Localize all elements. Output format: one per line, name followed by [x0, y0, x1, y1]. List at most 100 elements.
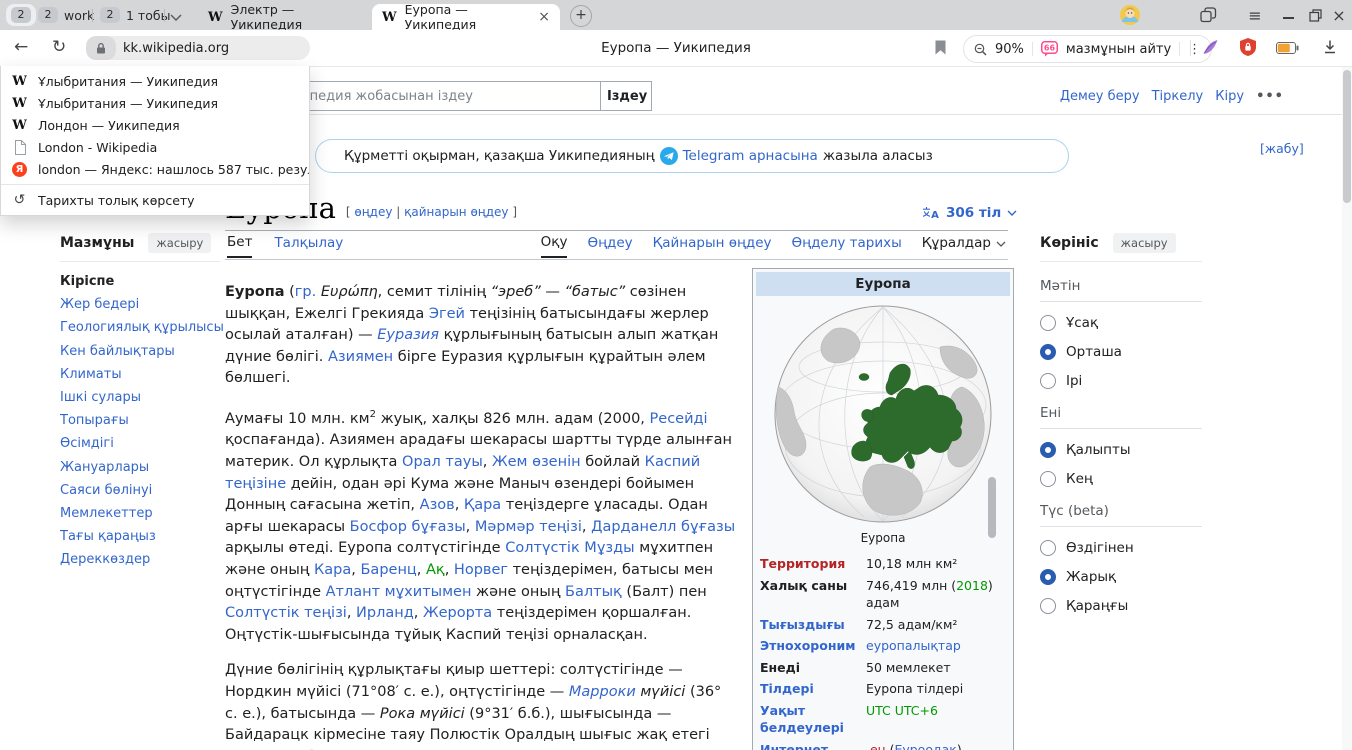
login-link[interactable]: Кіру	[1215, 89, 1244, 104]
suggestion-item[interactable]: London - Wikipedia	[1, 136, 309, 158]
link[interactable]: Жерорта	[423, 605, 492, 621]
link[interactable]: Дарданелл бұғазы	[591, 519, 735, 535]
toc-item[interactable]: Тағы қараңыз	[60, 525, 220, 548]
radio-option[interactable]: Орташа	[1040, 344, 1202, 360]
link[interactable]: Ақ	[426, 562, 445, 578]
link[interactable]: Интернет үйшігі	[760, 742, 828, 750]
suggestion-item[interactable]: WҰлыбритания — Уикипедия	[1, 70, 309, 92]
link[interactable]: Баренц	[360, 562, 416, 578]
radio-option[interactable]: Ұсақ	[1040, 315, 1202, 331]
side-panels-icon[interactable]	[1196, 0, 1220, 30]
link[interactable]: Атлант мұхитымен	[326, 584, 472, 600]
link[interactable]: өңдеу	[354, 205, 392, 219]
link[interactable]: 2018	[956, 578, 988, 593]
toc-item[interactable]: Саяси бөлінуі	[60, 479, 220, 502]
bookmark-icon[interactable]	[935, 40, 946, 59]
toc-item[interactable]: Климаты	[60, 363, 220, 386]
link[interactable]: Балтық	[565, 584, 622, 600]
reload-icon[interactable]: ↻	[52, 37, 66, 57]
page-tab[interactable]: Бет	[227, 234, 252, 258]
link[interactable]: Орал тауы	[402, 454, 483, 470]
chevron-down-icon[interactable]	[170, 10, 182, 25]
menu-icon[interactable]: ≡	[1244, 0, 1266, 30]
link[interactable]: Солтүстік теңізі	[225, 605, 347, 621]
link[interactable]: Тығыздығы	[760, 617, 845, 632]
toc-item[interactable]: Кіріспе	[60, 270, 220, 293]
suggestion-item[interactable]: WЛондон — Уикипедия	[1, 114, 309, 136]
page-tab[interactable]: Қайнарын өңдеу	[653, 234, 772, 258]
tab-electr-wikipedia[interactable]: W Электр — Уикипедия	[198, 4, 368, 30]
toc-item[interactable]: Геологиялық құрылысы	[60, 316, 220, 339]
link[interactable]: Мәрмәр теңізі	[475, 519, 582, 535]
battery-icon[interactable]	[1276, 42, 1299, 58]
link[interactable]: Босфор бұғазы	[350, 519, 466, 535]
link[interactable]: Этнохороним	[760, 638, 855, 653]
tab-group-1-toby[interactable]: 2 1 тобы	[100, 7, 170, 23]
toc-item[interactable]: Ішкі сулары	[60, 386, 220, 409]
wiki-search-input[interactable]	[268, 81, 601, 111]
toc-item[interactable]: Топырағы	[60, 409, 220, 432]
link[interactable]: Норвег	[454, 562, 508, 578]
page-tab[interactable]: Өңделу тарихы	[792, 234, 902, 258]
link[interactable]: еуропалықтар	[866, 638, 961, 653]
radio-option[interactable]: Өздігінен	[1040, 540, 1202, 556]
zoom-out-icon[interactable]	[974, 43, 987, 56]
address-bar[interactable]: kk.wikipedia.org	[86, 36, 310, 60]
appearance-hide-button[interactable]: жасыру	[1113, 233, 1176, 253]
language-selector[interactable]: A 306 тіл	[922, 205, 1017, 221]
toc-hide-button[interactable]: жасыру	[148, 233, 211, 253]
read-aloud-button[interactable]: мазмұнын айту	[1066, 42, 1171, 57]
link[interactable]: гр.	[295, 284, 316, 300]
link[interactable]: Жем өзенін	[492, 454, 581, 470]
link[interactable]: Эгей	[429, 306, 465, 322]
close-window-button[interactable]: ×	[1328, 0, 1350, 30]
page-tab[interactable]: Талқылау	[274, 234, 343, 258]
radio-option[interactable]: Жарық	[1040, 569, 1202, 585]
toc-item[interactable]: Мемлекеттер	[60, 502, 220, 525]
telegram-link[interactable]: Telegram арнасына	[683, 148, 818, 164]
back-icon[interactable]: ←	[14, 37, 28, 57]
toc-item[interactable]: Өсімдігі	[60, 432, 220, 455]
link[interactable]: Азиямен	[328, 349, 393, 365]
link[interactable]: Қара	[464, 497, 501, 513]
title-edit-links[interactable]: [ өңдеу | қайнарын өңдеу ]	[346, 205, 517, 224]
tab-group-work[interactable]: 2 work	[38, 7, 94, 23]
link[interactable]: Тілдері	[760, 681, 814, 696]
toc-item[interactable]: Кен байлықтары	[60, 340, 220, 363]
adblock-shield-icon[interactable]	[1240, 38, 1256, 60]
link[interactable]: Еуроодақ	[894, 742, 956, 750]
link[interactable]: Марроки	[569, 684, 636, 700]
suggestion-item[interactable]: Яlondon — Яндекс: нашлось 587 тыс. резул…	[1, 158, 309, 180]
tab-group-collapsed[interactable]: 2	[6, 4, 36, 26]
zoom-level[interactable]: 90%	[995, 42, 1024, 57]
link[interactable]: UTC UTC+6	[866, 703, 938, 718]
link[interactable]: .eu	[866, 742, 886, 750]
maximize-button[interactable]	[1304, 0, 1326, 30]
pen-extension-icon[interactable]	[1202, 39, 1219, 59]
link[interactable]: Ирланд	[356, 605, 414, 621]
download-icon[interactable]	[1322, 39, 1338, 59]
close-icon[interactable]: ×	[538, 9, 550, 25]
toc-item[interactable]: Дереккөздер	[60, 548, 220, 571]
show-full-history-item[interactable]: ↺ Тарихты толық көрсету	[1, 184, 309, 211]
radio-option[interactable]: Кең	[1040, 471, 1202, 487]
link[interactable]: Еуразия	[377, 327, 439, 343]
page-scrollbar-thumb[interactable]	[1343, 70, 1351, 203]
banner-close-link[interactable]: [жабу]	[1260, 141, 1304, 156]
avatar[interactable]	[1118, 0, 1142, 30]
link[interactable]: Солтүстік Мұзды	[505, 540, 634, 556]
content-scrollbar-thumb[interactable]	[988, 477, 996, 538]
lock-icon[interactable]	[86, 36, 116, 60]
tab-europa-wikipedia[interactable]: W Еуропа — Уикипедия ×	[372, 4, 560, 30]
infobox-map[interactable]	[756, 296, 1010, 529]
link[interactable]: Уақыт белдеулері	[760, 703, 844, 736]
donate-link[interactable]: Демеу беру	[1060, 89, 1140, 104]
page-tab[interactable]: Құралдар	[922, 234, 1006, 258]
page-tab[interactable]: Өңдеу	[587, 234, 632, 258]
link[interactable]: Территория	[760, 556, 845, 571]
radio-option[interactable]: Ірі	[1040, 373, 1202, 389]
register-link[interactable]: Тіркелу	[1152, 89, 1204, 104]
minimize-button[interactable]	[1278, 0, 1298, 30]
suggestion-item[interactable]: WҰлыбритания — Уикипедия	[1, 92, 309, 114]
toc-item[interactable]: Жер бедері	[60, 293, 220, 316]
